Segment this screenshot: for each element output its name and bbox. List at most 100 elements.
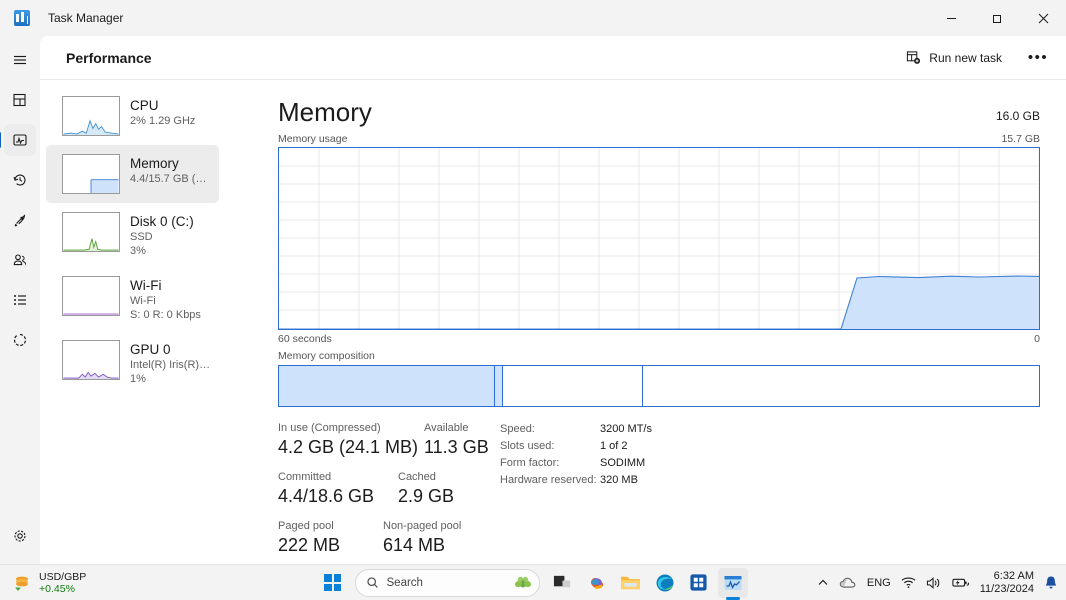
bell-icon[interactable] [1044,575,1058,590]
clock-date: 11/23/2024 [980,583,1034,596]
battery-charging-icon[interactable] [952,576,970,589]
resource-sub2: 1% [130,372,211,386]
users-icon [12,252,28,268]
stat-label: Non-paged pool [383,519,461,534]
system-tray: ENG 6:32 AM 11/23/2024 [817,570,1058,596]
search-placeholder: Search [387,577,505,589]
memory-info-table: Speed: 3200 MT/s Slots used: 1 of 2 Form… [500,421,652,568]
copilot-icon [587,573,607,593]
resource-name: Memory [130,155,211,172]
taskbar-app-file-explorer[interactable] [616,568,646,598]
stat-label: Available [424,421,489,436]
resource-list: CPU 2% 1.29 GHz Memory 4.4/15.7 GB (28%) [40,81,225,395]
content-header: Performance Run new task ••• [40,36,1066,80]
taskbar-app-edge[interactable] [650,568,680,598]
language-indicator[interactable]: ENG [867,577,891,589]
resource-sub: 2% 1.29 GHz [130,114,195,128]
resource-sub: Wi-Fi [130,294,201,308]
sidebar-item-processes[interactable] [4,84,36,116]
graph-label: Memory usage [278,133,347,145]
sidebar-item-performance[interactable] [4,124,36,156]
hamburger-menu-button[interactable] [4,44,36,76]
title-bar: Task Manager [0,0,1066,36]
resource-sub: SSD [130,230,194,244]
new-task-icon [906,50,921,65]
chevron-up-icon[interactable] [817,577,829,589]
gpu-thumbnail [62,340,120,380]
info-value: 320 MB [600,472,638,489]
resource-sub: Intel(R) Iris(R) Xe Grap... [130,358,211,372]
gear-icon [12,528,28,544]
taskbar-app-copilot[interactable] [582,568,612,598]
composition-segment-free [643,366,1039,406]
cloud-icon[interactable] [839,576,857,590]
services-icon [12,332,28,348]
wifi-icon[interactable] [901,576,916,589]
close-button[interactable] [1020,0,1066,36]
memory-detail-pane: Memory 16.0 GB Memory usage 15.7 GB [238,81,1066,564]
resource-name: Wi-Fi [130,277,201,294]
info-value: 1 of 2 [600,438,628,455]
minimize-button[interactable] [928,0,974,36]
sidebar-item-app-history[interactable] [4,164,36,196]
taskbar-app-microsoft-store[interactable] [684,568,714,598]
graph-max-label: 15.7 GB [1001,133,1040,145]
coins-icon [12,573,32,593]
clock-time: 6:32 AM [980,570,1034,583]
resource-name: GPU 0 [130,341,211,358]
resource-sub2: S: 0 R: 0 Kbps [130,308,201,322]
search-input[interactable]: Search [355,569,540,597]
stat-label: In use (Compressed) [278,421,424,436]
resource-item-cpu[interactable]: CPU 2% 1.29 GHz [46,87,219,145]
taskbar-center: Search [319,568,748,598]
sidebar-item-startup-apps[interactable] [4,204,36,236]
windows-logo-icon [324,574,341,591]
sidebar-item-users[interactable] [4,244,36,276]
sidebar-item-services[interactable] [4,324,36,356]
stat-value: 11.3 GB [424,436,489,459]
window-controls [928,0,1066,36]
task-manager-icon [14,10,30,26]
hamburger-icon [12,52,28,68]
volume-icon[interactable] [926,576,942,590]
taskbar-app-task-view[interactable] [548,568,578,598]
taskbar-widget-finance[interactable]: USD/GBP +0.45% [12,571,86,595]
widget-symbol: USD/GBP [39,571,86,583]
resource-item-wifi[interactable]: Wi-Fi Wi-Fi S: 0 R: 0 Kbps [46,267,219,331]
more-options-button[interactable]: ••• [1022,43,1054,73]
cpu-thumbnail [62,96,120,136]
task-view-icon [553,573,572,592]
info-value: 3200 MT/s [600,421,652,438]
composition-segment-standby [503,366,642,406]
resource-item-gpu[interactable]: GPU 0 Intel(R) Iris(R) Xe Grap... 1% [46,331,219,395]
maximize-button[interactable] [974,0,1020,36]
task-manager-window: Task Manager [0,0,1066,600]
run-new-task-label: Run new task [929,51,1002,65]
sidebar-item-details[interactable] [4,284,36,316]
settings-button[interactable] [4,520,36,552]
stat-value: 614 MB [383,534,461,557]
composition-segment-in-use [279,366,494,406]
resource-name: Disk 0 (C:) [130,213,194,230]
stat-label: Committed [278,470,398,485]
stat-value: 4.2 GB (24.1 MB) [278,436,424,459]
start-button[interactable] [319,569,347,597]
history-icon [12,172,28,188]
composition-segment-modified [495,366,502,406]
taskbar-app-task-manager[interactable] [718,568,748,598]
search-icon [366,576,379,589]
info-key: Hardware reserved: [500,472,600,489]
resource-item-disk[interactable]: Disk 0 (C:) SSD 3% [46,203,219,267]
widget-change: +0.45% [39,583,86,595]
page-title: Performance [66,50,152,66]
detail-title: Memory [278,97,372,127]
edge-icon [655,573,675,593]
memory-composition-bar [278,365,1040,407]
memory-capacity: 16.0 GB [996,109,1040,127]
resource-item-memory[interactable]: Memory 4.4/15.7 GB (28%) [46,145,219,203]
clock[interactable]: 6:32 AM 11/23/2024 [980,570,1034,596]
stat-value: 2.9 GB [398,485,454,508]
navigation-rail [0,36,40,564]
performance-icon [12,132,28,148]
run-new-task-button[interactable]: Run new task [896,43,1012,73]
